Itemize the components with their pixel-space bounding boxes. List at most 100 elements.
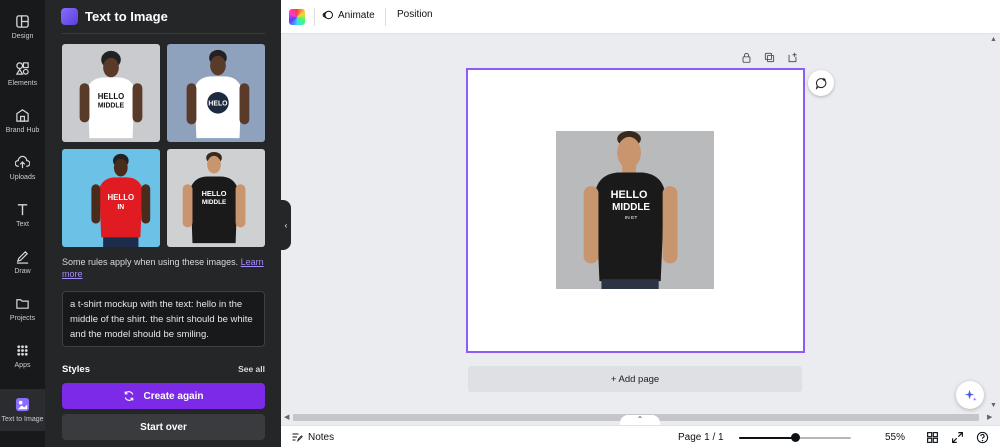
- lock-icon: [742, 52, 751, 63]
- pages-drawer-handle[interactable]: ⌃: [620, 415, 660, 425]
- svg-text:MIDDLE: MIDDLE: [98, 103, 125, 110]
- scroll-up-arrow[interactable]: ▲: [990, 36, 997, 43]
- shirt-text-line3: IN ET: [625, 215, 638, 221]
- svg-text:HELLO: HELLO: [108, 193, 135, 202]
- rail-label: Elements: [7, 80, 38, 87]
- text-to-image-app-icon: [15, 397, 30, 412]
- add-page-button[interactable]: + Add page: [468, 366, 802, 392]
- svg-text:HELLO: HELLO: [202, 189, 227, 198]
- add-page-above-button[interactable]: [787, 52, 798, 63]
- text-t-icon: [17, 204, 28, 216]
- duplicate-page-button[interactable]: [764, 52, 775, 63]
- create-again-button[interactable]: Create again: [62, 383, 265, 409]
- placed-tshirt-image[interactable]: HELLO MIDDLE IN ET: [556, 131, 714, 289]
- svg-text:MIDDLE: MIDDLE: [202, 199, 226, 206]
- zoom-slider-handle[interactable]: [791, 433, 800, 442]
- notes-button[interactable]: Notes: [291, 431, 334, 443]
- create-again-label: Create again: [143, 390, 204, 402]
- color-picker-swatch[interactable]: [289, 9, 305, 25]
- tshirt-model-image: HELLO IN: [62, 149, 160, 247]
- zoom-slider[interactable]: [739, 433, 851, 442]
- tshirt-model-image: HELLO MIDDLE IN ET: [556, 131, 714, 289]
- grid-icon: [17, 345, 28, 356]
- rail-item-draw[interactable]: Draw: [0, 241, 45, 285]
- fullscreen-icon[interactable]: [951, 431, 964, 444]
- zoom-level[interactable]: 55%: [885, 432, 905, 443]
- text-to-image-app-icon: [61, 8, 78, 25]
- rail-item-text-to-image[interactable]: Text to Image: [0, 389, 45, 431]
- shirt-text-line2: MIDDLE: [612, 202, 650, 213]
- styles-heading: Styles: [62, 364, 90, 375]
- text-to-image-panel: Text to Image HELLO MIDDLE HELO HELLO IN…: [45, 0, 281, 447]
- rail-item-brand-hub[interactable]: Brand Hub: [0, 100, 45, 144]
- page-lock-button[interactable]: [741, 52, 752, 63]
- add-page-icon: [788, 52, 797, 63]
- animate-icon: [322, 10, 333, 20]
- start-over-button[interactable]: Start over: [62, 414, 265, 440]
- folder-icon: [16, 299, 29, 309]
- refresh-icon: [125, 391, 134, 401]
- rail-label: Apps: [14, 362, 31, 369]
- shirt-text-line1: HELLO: [611, 189, 648, 201]
- generated-image-3[interactable]: HELLO IN: [62, 149, 160, 247]
- rail-label: Design: [11, 33, 34, 40]
- magic-assistant-button[interactable]: [956, 381, 984, 409]
- generated-image-2[interactable]: HELO: [167, 44, 265, 142]
- scroll-left-arrow[interactable]: ◀: [284, 413, 289, 421]
- position-button[interactable]: Position: [397, 9, 433, 20]
- layout-icon: [16, 15, 29, 28]
- page-indicator[interactable]: Page 1 / 1: [678, 432, 724, 443]
- rail-item-design[interactable]: Design: [0, 6, 45, 50]
- toolbar-separator: [314, 8, 315, 26]
- animate-button[interactable]: Animate: [322, 9, 375, 21]
- editor-toolbar: Animate Position: [281, 0, 1000, 34]
- scroll-down-arrow[interactable]: ▼: [990, 402, 997, 409]
- generated-image-1[interactable]: HELLO MIDDLE: [62, 44, 160, 142]
- scroll-right-arrow[interactable]: ▶: [987, 413, 992, 421]
- bottom-bar: Notes Page 1 / 1 55%: [281, 425, 1000, 447]
- grid-view-icon[interactable]: [926, 431, 939, 444]
- shapes-icon: [15, 62, 29, 75]
- svg-text:IN: IN: [117, 204, 124, 211]
- start-over-label: Start over: [140, 421, 187, 433]
- rail-label: Brand Hub: [5, 127, 40, 134]
- rail-label: Uploads: [9, 174, 36, 181]
- chevron-left-icon: ‹: [284, 220, 288, 230]
- comment-add-icon: [815, 77, 826, 90]
- rail-label: Draw: [14, 268, 31, 275]
- rail-label: Projects: [9, 315, 36, 322]
- notes-icon: [292, 433, 303, 442]
- collapse-panel-handle[interactable]: ‹: [281, 200, 291, 250]
- pen-icon: [16, 250, 29, 264]
- toolbar-separator: [385, 8, 386, 26]
- rail-item-elements[interactable]: Elements: [0, 53, 45, 97]
- brand-hub-icon: [16, 109, 29, 122]
- svg-text:HELO: HELO: [208, 101, 228, 108]
- rail-item-apps[interactable]: Apps: [0, 335, 45, 379]
- svg-text:HELLO: HELLO: [98, 92, 125, 101]
- zoom-slider-fill: [739, 437, 795, 439]
- sparkle-icon: [964, 389, 977, 401]
- add-comment-button[interactable]: [808, 70, 834, 96]
- rail-label: Text: [16, 221, 29, 228]
- prompt-input[interactable]: a t-shirt mockup with the text: hello in…: [62, 291, 265, 347]
- chevron-up-icon: ⌃: [636, 415, 644, 424]
- animate-label: Animate: [338, 9, 375, 21]
- rail-item-projects[interactable]: Projects: [0, 288, 45, 332]
- editor-root: Design Elements Brand Hub Uploads Text D…: [0, 0, 1000, 447]
- panel-title: Text to Image: [85, 9, 168, 24]
- styles-header: Styles See all: [62, 364, 265, 375]
- rail-item-uploads[interactable]: Uploads: [0, 147, 45, 191]
- rail-item-text[interactable]: Text: [0, 194, 45, 238]
- tshirt-model-image: HELLO MIDDLE: [62, 44, 160, 142]
- notes-label: Notes: [308, 431, 335, 443]
- duplicate-icon: [764, 52, 775, 63]
- see-all-link[interactable]: See all: [238, 364, 265, 375]
- rail-label: Text to Image: [1, 416, 44, 423]
- tshirt-model-image: HELO: [167, 44, 265, 142]
- generated-image-4[interactable]: HELLO MIDDLE: [167, 149, 265, 247]
- help-icon[interactable]: [976, 431, 989, 444]
- position-label: Position: [397, 9, 433, 20]
- panel-header: Text to Image: [61, 8, 168, 25]
- cloud-upload-icon: [15, 155, 30, 169]
